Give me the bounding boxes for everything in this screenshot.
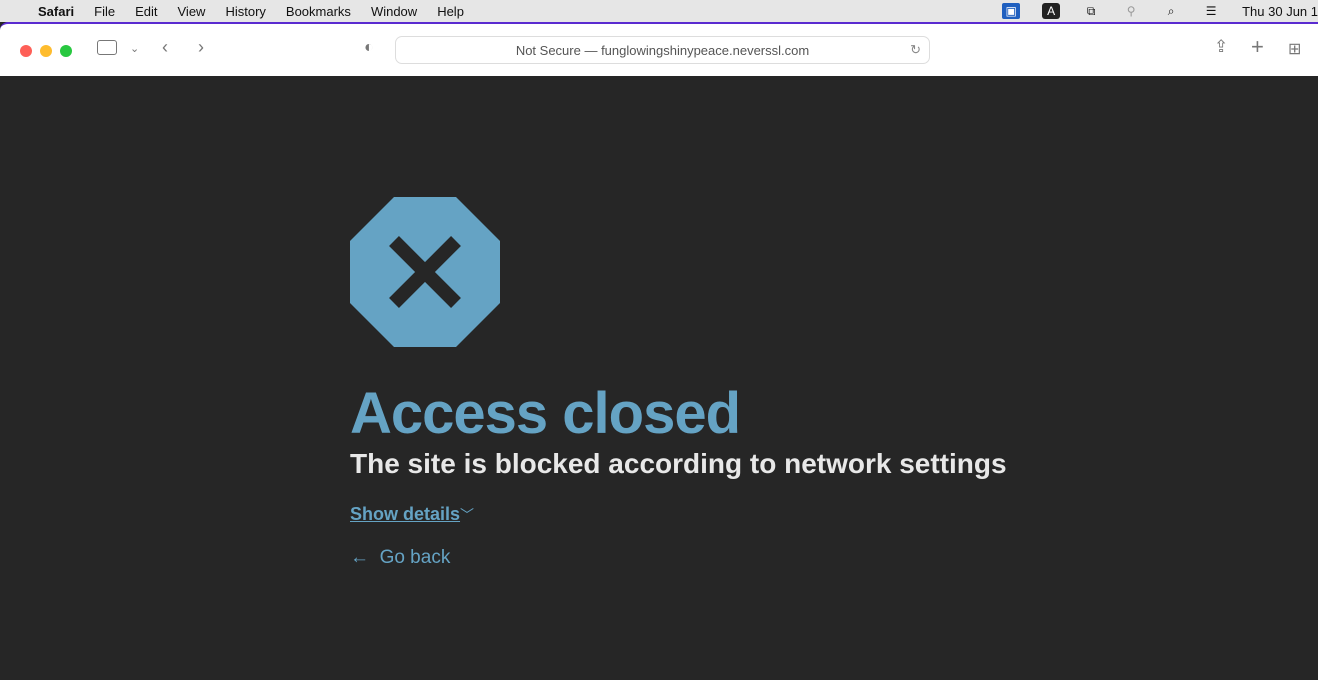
reload-icon[interactable]: ↻	[910, 42, 921, 58]
chevron-down-icon[interactable]: ⌄	[130, 42, 139, 55]
menu-window[interactable]: Window	[371, 4, 417, 19]
forward-button[interactable]: ›	[198, 37, 204, 58]
privacy-shield-icon[interactable]: ◐	[364, 39, 374, 57]
blocked-octagon-icon	[350, 197, 500, 347]
new-tab-icon[interactable]: +	[1251, 34, 1264, 60]
page-title: Access closed	[350, 381, 741, 446]
go-back-label: Go back	[379, 547, 451, 568]
back-button[interactable]: ‹	[162, 37, 168, 58]
browser-toolbar: ⌄ ‹ › ◐ Not Secure — funglowingshinypeac…	[0, 22, 1318, 76]
zoom-window-button[interactable]	[60, 45, 72, 57]
show-details-link[interactable]: Show details	[350, 504, 460, 525]
chevron-down-icon[interactable]: ﹀	[460, 507, 474, 523]
wifi-icon[interactable]: ⚲	[1122, 3, 1140, 19]
menu-app-name[interactable]: Safari	[38, 4, 74, 19]
clock[interactable]: Thu 30 Jun 1	[1242, 4, 1318, 19]
minimize-window-button[interactable]	[40, 45, 52, 57]
arrow-left-icon: ←	[350, 547, 369, 568]
spotlight-search-icon[interactable]: ⌕	[1162, 3, 1180, 19]
menu-help[interactable]: Help	[437, 4, 464, 19]
page-subtitle: The site is blocked according to network…	[350, 448, 1007, 479]
go-back-link[interactable]: ← Go back	[350, 547, 1007, 569]
menu-file[interactable]: File	[94, 4, 115, 19]
menu-bookmarks[interactable]: Bookmarks	[286, 4, 351, 19]
url-text: Not Secure — funglowingshinypeace.nevers…	[515, 42, 810, 58]
menu-history[interactable]: History	[225, 4, 265, 19]
blocked-page: Access closed The site is blocked accord…	[350, 197, 1007, 569]
vpn-status-icon[interactable]: ▣	[1002, 3, 1021, 19]
screen-mirroring-icon[interactable]: ⧉	[1082, 3, 1100, 19]
menu-edit[interactable]: Edit	[135, 4, 157, 19]
close-window-button[interactable]	[20, 45, 32, 57]
address-bar[interactable]: Not Secure — funglowingshinypeace.nevers…	[395, 36, 930, 64]
share-icon[interactable]: ⇪	[1214, 37, 1228, 57]
input-source-icon[interactable]: A	[1042, 3, 1061, 19]
sidebar-toggle-icon[interactable]	[97, 40, 117, 55]
show-details-label: Show details	[350, 504, 461, 524]
menu-bar: Safari File Edit View History Bookmarks …	[0, 0, 1318, 22]
tab-overview-icon[interactable]: ⊞	[1288, 39, 1301, 59]
control-center-icon[interactable]: ☰	[1202, 3, 1220, 19]
menu-view[interactable]: View	[178, 4, 206, 19]
